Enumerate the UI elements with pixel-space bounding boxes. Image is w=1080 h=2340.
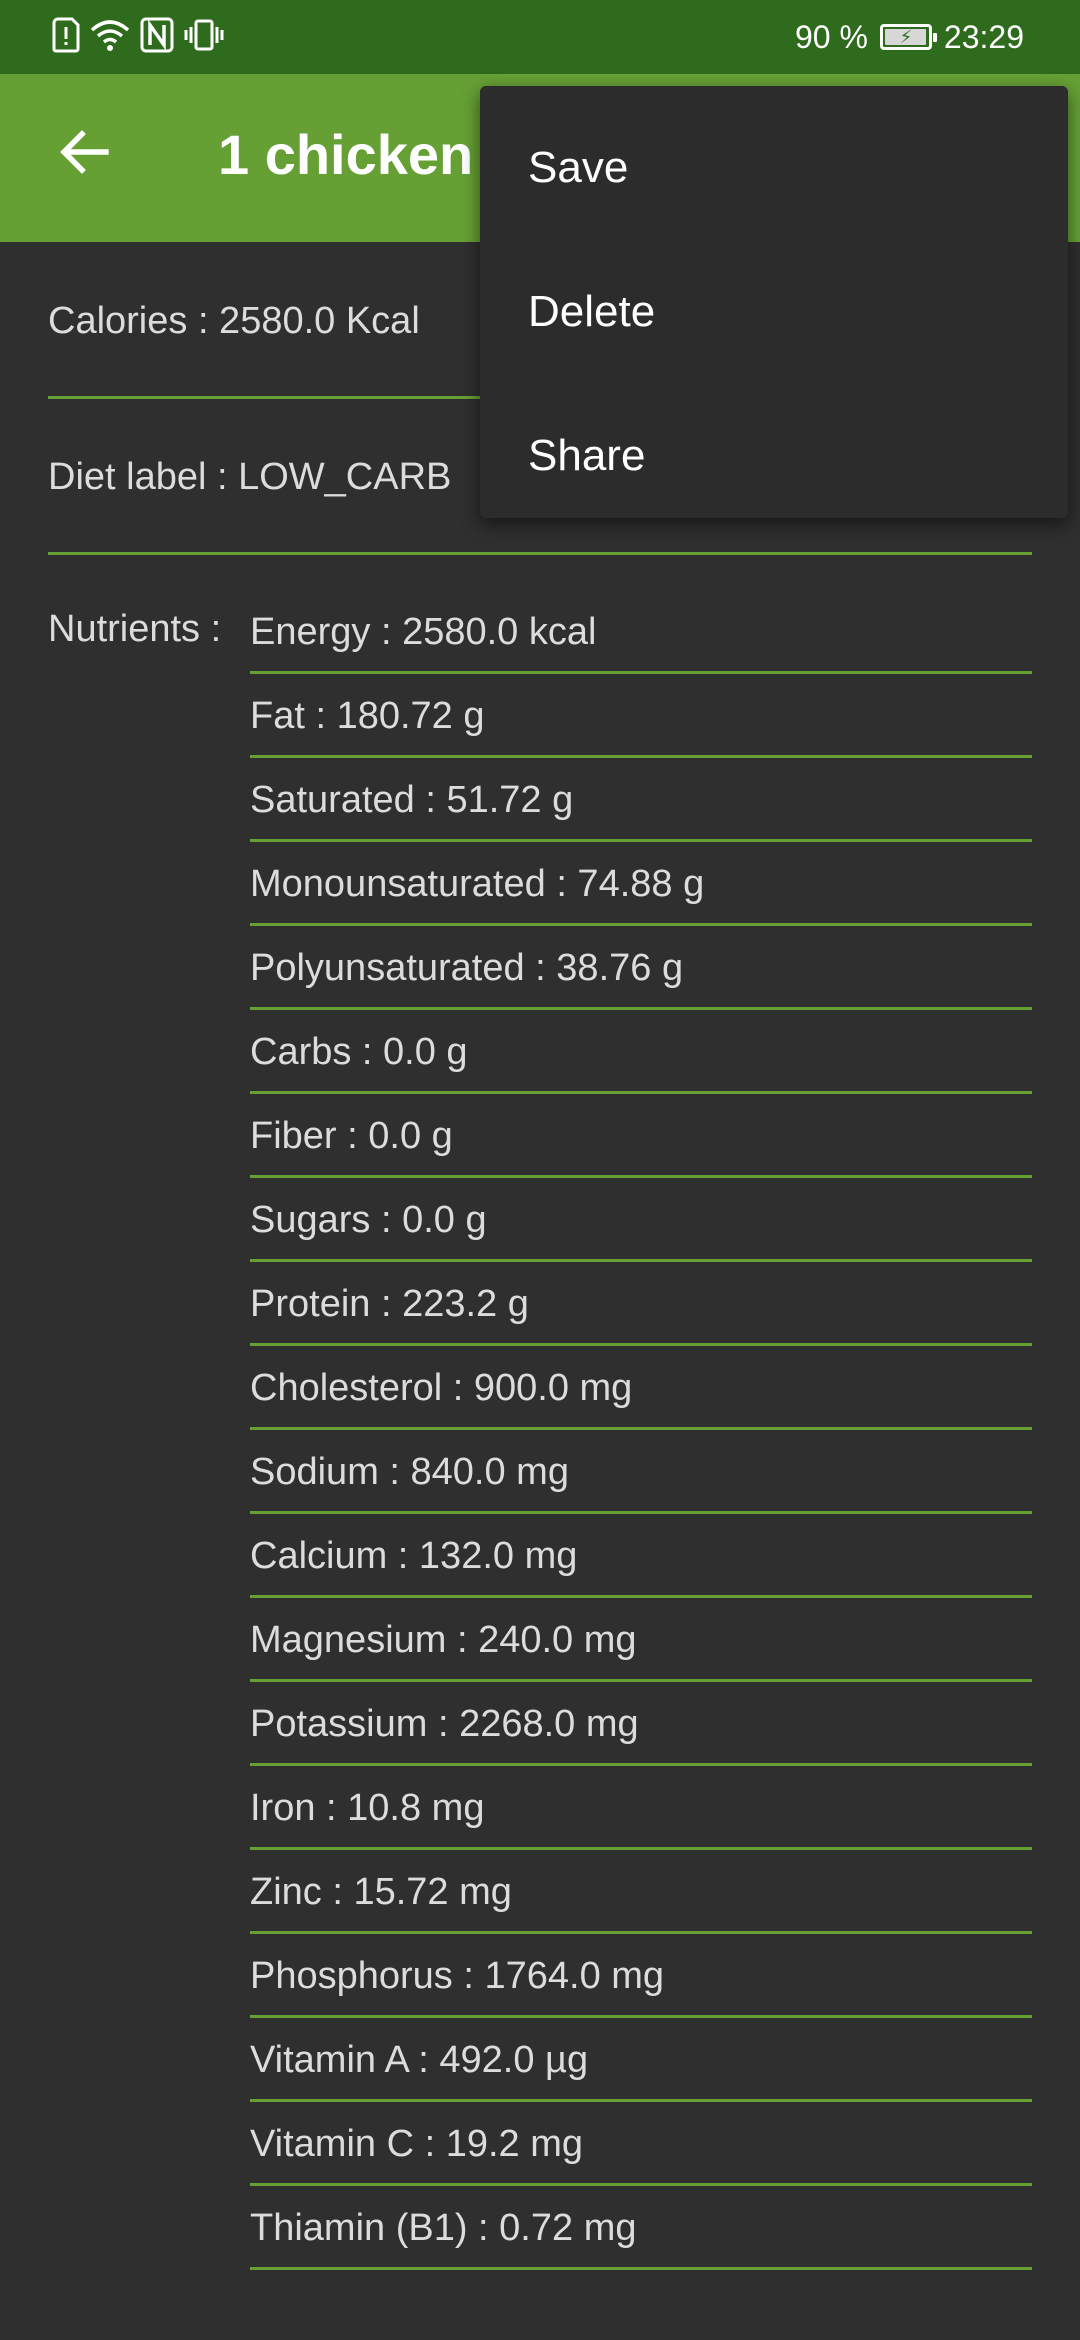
nutrient-text: Fat : 180.72 g [250,695,485,737]
vibrate-icon [184,18,224,57]
nutrient-text: Iron : 10.8 mg [250,1787,485,1829]
list-item: Fat : 180.72 g [250,674,1032,758]
list-item: Potassium : 2268.0 mg [250,1682,1032,1766]
divider [250,2267,1032,2270]
nutrient-text: Sodium : 840.0 mg [250,1451,569,1493]
nutrient-list: Energy : 2580.0 kcal Fat : 180.72 g Satura… [250,590,1032,2270]
nutrient-text: Zinc : 15.72 mg [250,1871,512,1913]
list-item: Polyunsaturated : 38.76 g [250,926,1032,1010]
nutrient-text: Potassium : 2268.0 mg [250,1703,639,1745]
nutrient-text: Magnesium : 240.0 mg [250,1619,637,1661]
charging-bolt-icon: ⚡ [899,27,913,47]
list-item: Magnesium : 240.0 mg [250,1598,1032,1682]
nutrient-text: Sugars : 0.0 g [250,1199,487,1241]
nutrient-text: Thiamin (B1) : 0.72 mg [250,2207,637,2249]
nutrient-text: Vitamin A : 492.0 µg [250,2039,589,2081]
list-item: Protein : 223.2 g [250,1262,1032,1346]
menu-item-share[interactable]: Share [480,384,1068,528]
nutrient-text: Cholesterol : 900.0 mg [250,1367,633,1409]
menu-item-delete[interactable]: Delete [480,240,1068,384]
clock: 23:29 [943,18,1024,55]
nutrient-text: Fiber : 0.0 g [250,1115,453,1157]
list-item: Sugars : 0.0 g [250,1178,1032,1262]
nutrient-text: Monounsaturated : 74.88 g [250,863,705,905]
list-item: Monounsaturated : 74.88 g [250,842,1032,926]
list-item: Vitamin C : 19.2 mg [250,2102,1032,2186]
nutrient-text: Polyunsaturated : 38.76 g [250,947,684,989]
battery-percent: 90 % [794,18,868,55]
list-item: Sodium : 840.0 mg [250,1430,1032,1514]
nutrient-text: Saturated : 51.72 g [250,779,574,821]
list-item: Zinc : 15.72 mg [250,1850,1032,1934]
nfc-icon [140,17,174,58]
arrow-back-icon [60,130,109,174]
status-bar: 90 % ⚡ 23:29 [0,0,1080,74]
list-item: Thiamin (B1) : 0.72 mg [250,2186,1032,2270]
nutrients-label: Nutrients : [48,608,222,650]
list-item: Cholesterol : 900.0 mg [250,1346,1032,1430]
battery-icon: ⚡ [879,24,937,50]
list-item: Carbs : 0.0 g [250,1010,1032,1094]
list-item: Calcium : 132.0 mg [250,1514,1032,1598]
list-item: Saturated : 51.72 g [250,758,1032,842]
nutrient-text: Vitamin C : 19.2 mg [250,2123,584,2165]
wifi-icon [90,18,130,57]
list-item: Iron : 10.8 mg [250,1766,1032,1850]
nutrient-text: Carbs : 0.0 g [250,1031,468,1073]
menu-item-save[interactable]: Save [480,96,1068,240]
back-button[interactable] [48,116,120,188]
status-right: 90 % ⚡ 23:29 [795,16,1024,58]
divider [48,552,1032,555]
list-item: Fiber : 0.0 g [250,1094,1032,1178]
nutrient-text: Energy : 2580.0 kcal [250,611,597,653]
nutrient-text: Phosphorus : 1764.0 mg [250,1955,665,1997]
list-item: Phosphorus : 1764.0 mg [250,1934,1032,2018]
nutrient-text: Protein : 223.2 g [250,1283,529,1325]
nutrient-text: Calcium : 132.0 mg [250,1535,578,1577]
list-item: Energy : 2580.0 kcal [250,590,1032,674]
page-title: 1 chicken [218,123,474,186]
list-item: Vitamin A : 492.0 µg [250,2018,1032,2102]
overflow-menu: Save Delete Share [480,86,1068,518]
sim-alert-icon [52,17,80,58]
status-icons [52,16,224,58]
